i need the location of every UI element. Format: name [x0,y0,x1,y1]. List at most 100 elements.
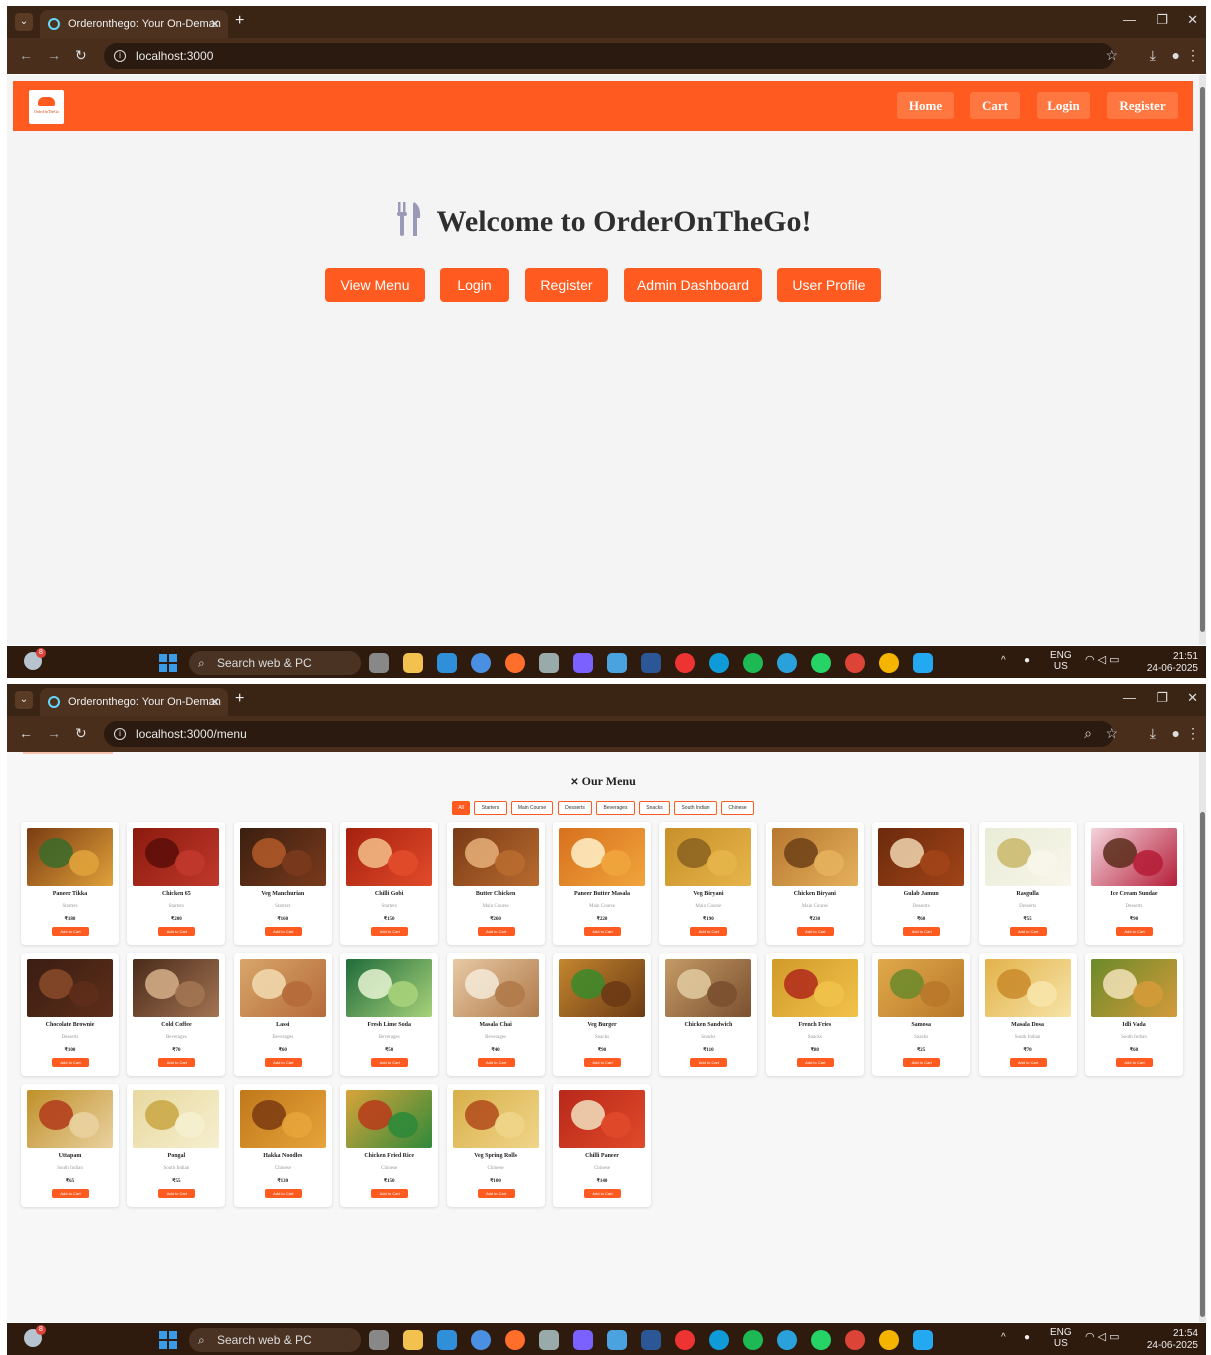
vscode-icon[interactable] [913,1330,933,1350]
scrollbar-thumb[interactable] [1200,87,1205,632]
page-scrollbar[interactable] [1199,752,1206,1322]
nav-cart-button[interactable]: Cart [970,92,1020,119]
settings-gear-icon[interactable] [539,1330,559,1350]
mysql-icon[interactable] [437,653,457,673]
whatsapp-icon[interactable] [811,1330,831,1350]
filter-south-indian-button[interactable]: South Indian [674,801,717,815]
tray-app-icon[interactable]: ● [1024,1332,1030,1343]
weather-widget-icon[interactable]: 8 [24,1325,46,1347]
profile-avatar-icon[interactable]: ● [1172,725,1180,741]
add-to-cart-button[interactable]: Add to Cart [1116,1058,1153,1067]
word-icon[interactable] [641,1330,661,1350]
add-to-cart-button[interactable]: Add to Cart [1116,927,1153,936]
address-bar[interactable]: i localhost:3000/menu [104,721,1114,747]
add-to-cart-button[interactable]: Add to Cart [158,1058,196,1067]
add-to-cart-button[interactable]: Add to Cart [158,927,196,936]
filter-desserts-button[interactable]: Desserts [558,801,592,815]
chrome-icon[interactable] [845,653,865,673]
brand-logo[interactable]: OrderOnTheGo [29,90,64,124]
windows-start-icon[interactable] [159,1331,177,1349]
taskbar-clock[interactable]: 21:54 24-06-2025 [1147,1328,1198,1352]
reload-icon[interactable]: ↻ [75,47,87,64]
window-close-icon[interactable]: ✕ [1187,12,1198,28]
site-info-icon[interactable]: i [114,728,126,740]
address-bar[interactable]: i localhost:3000 [104,43,1114,69]
forward-icon[interactable]: → [47,47,61,63]
add-to-cart-button[interactable]: Add to Cart [903,1058,941,1067]
add-to-cart-button[interactable]: Add to Cart [584,1189,621,1198]
task-view-icon[interactable] [369,653,389,673]
nav-register-button[interactable]: Register [1107,92,1178,119]
add-to-cart-button[interactable]: Add to Cart [264,1058,302,1067]
chrome-profile-icon[interactable] [879,653,899,673]
view-menu-button[interactable]: View Menu [325,268,425,302]
filter-starters-button[interactable]: Starters [474,801,507,815]
login-button[interactable]: Login [440,268,509,302]
spotify-icon[interactable] [743,653,763,673]
minimize-icon[interactable]: — [1123,12,1136,27]
firefox-icon[interactable] [505,653,525,673]
scrollbar-thumb[interactable] [1200,812,1205,1317]
taskbar-search[interactable]: ⌕ Search web & PC [189,1328,361,1352]
wps-icon[interactable] [675,1330,695,1350]
forward-icon[interactable]: → [47,725,61,741]
add-to-cart-button[interactable]: Add to Cart [264,1189,302,1198]
add-to-cart-button[interactable]: Add to Cart [52,1058,89,1067]
file-explorer-icon[interactable] [403,653,423,673]
add-to-cart-button[interactable]: Add to Cart [690,1058,728,1067]
add-to-cart-button[interactable]: Add to Cart [52,927,89,936]
bookmark-star-icon[interactable]: ☆ [1105,47,1118,64]
wps-icon[interactable] [675,653,695,673]
menu-kebab-icon[interactable]: ⋮ [1186,47,1200,64]
edge-icon[interactable] [709,1330,729,1350]
bookmark-star-icon[interactable]: ☆ [1105,725,1118,742]
add-to-cart-button[interactable]: Add to Cart [1009,1058,1047,1067]
whatsapp-icon[interactable] [811,653,831,673]
firefox-icon[interactable] [505,1330,525,1350]
word-icon[interactable] [641,653,661,673]
wifi-volume-battery-icon[interactable]: ◠ ◁ ▭ [1085,1332,1120,1343]
chrome-icon[interactable] [845,1330,865,1350]
site-info-icon[interactable]: i [114,50,126,62]
add-to-cart-button[interactable]: Add to Cart [796,927,834,936]
edge-icon[interactable] [709,653,729,673]
add-to-cart-button[interactable]: Add to Cart [477,927,515,936]
windows-start-icon[interactable] [159,654,177,672]
tab-search-icon[interactable]: ⌄ [15,691,33,709]
add-to-cart-button[interactable]: Add to Cart [52,1189,89,1198]
add-to-cart-button[interactable]: Add to Cart [264,927,302,936]
tray-app-icon[interactable]: ● [1024,655,1030,666]
taskbar-search[interactable]: ⌕ Search web & PC [189,651,361,675]
task-view-icon[interactable] [369,1330,389,1350]
back-icon[interactable]: ← [19,47,33,63]
back-icon[interactable]: ← [19,725,33,741]
telegram-icon[interactable] [777,653,797,673]
restore-icon[interactable]: ❐ [1156,690,1168,706]
copilot-icon[interactable] [573,1330,593,1350]
mysql-icon[interactable] [437,1330,457,1350]
browser-tab[interactable]: Orderonthego: Your On-Deman ✕ [40,688,228,716]
add-to-cart-button[interactable]: Add to Cart [371,1189,409,1198]
language-indicator[interactable]: ENG US [1050,1327,1072,1349]
add-to-cart-button[interactable]: Add to Cart [584,1058,621,1067]
filter-snacks-button[interactable]: Snacks [639,801,670,815]
language-indicator[interactable]: ENG US [1050,650,1072,672]
edge-dev-icon[interactable] [471,653,491,673]
spotify-icon[interactable] [743,1330,763,1350]
tab-search-icon[interactable]: ⌄ [15,13,33,31]
close-tab-icon[interactable]: ✕ [210,688,220,716]
add-to-cart-button[interactable]: Add to Cart [903,927,941,936]
add-to-cart-button[interactable]: Add to Cart [584,927,621,936]
new-tab-icon[interactable]: + [235,690,244,708]
add-to-cart-button[interactable]: Add to Cart [477,1058,515,1067]
filter-chinese-button[interactable]: Chinese [721,801,754,815]
store-icon[interactable] [607,1330,627,1350]
taskbar-clock[interactable]: 21:51 24-06-2025 [1147,651,1198,675]
close-tab-icon[interactable]: ✕ [210,10,220,38]
zoom-icon[interactable]: ⌕ [1084,725,1092,742]
browser-tab[interactable]: Orderonthego: Your On-Deman ✕ [40,10,228,38]
page-scrollbar[interactable] [1199,75,1206,645]
add-to-cart-button[interactable]: Add to Cart [371,927,409,936]
add-to-cart-button[interactable]: Add to Cart [690,927,728,936]
settings-gear-icon[interactable] [539,653,559,673]
